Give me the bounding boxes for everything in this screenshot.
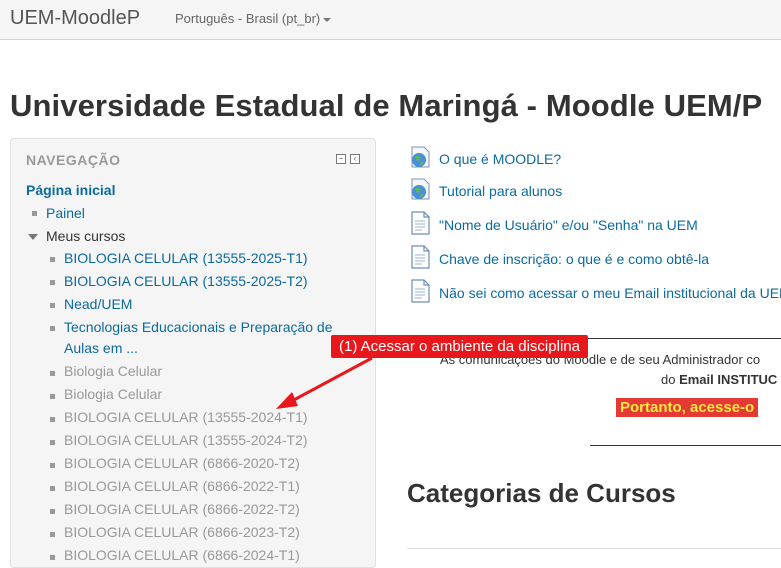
notice-bold: Email INSTITUC [679, 372, 778, 387]
course-link[interactable]: BIOLOGIA CELULAR (13555-2024-T1) [64, 407, 308, 428]
course-link[interactable]: BIOLOGIA CELULAR (6866-2020-T2) [64, 453, 300, 474]
divider [590, 445, 781, 446]
bullet-icon [50, 532, 55, 537]
bullet-icon [50, 509, 55, 514]
highlight-notice: Portanto, acesse-o [616, 398, 759, 417]
divider [407, 548, 781, 549]
resource-link[interactable]: Não sei como acessar o meu Email institu… [439, 285, 781, 301]
course-link[interactable]: BIOLOGIA CELULAR (6866-2022-T1) [64, 476, 300, 497]
bullet-icon [50, 440, 55, 445]
bullet-icon [50, 394, 55, 399]
notice-text: do Email INSTITUC [661, 372, 777, 387]
dock-block-icon[interactable]: ‹ [350, 154, 360, 164]
document-icon [411, 245, 430, 269]
navigation-block-title: NAVEGAÇÃO [26, 152, 121, 168]
course-link[interactable]: BIOLOGIA CELULAR (6866-2022-T2) [64, 499, 300, 520]
language-selector[interactable]: Português - Brasil (pt_br) [175, 11, 332, 26]
course-link[interactable]: BIOLOGIA CELULAR (6866-2024-T1) [64, 545, 300, 566]
bullet-icon [50, 303, 55, 308]
resource-link[interactable]: O que é MOODLE? [439, 151, 561, 167]
document-icon [411, 211, 430, 235]
course-link[interactable]: BIOLOGIA CELULAR (6866-2023-T2) [64, 522, 300, 543]
document-icon [411, 279, 430, 303]
resource-link[interactable]: "Nome de Usuário" e/ou "Senha" na UEM [439, 217, 698, 233]
course-link[interactable]: Tecnologias Educacionais e Preparação de… [64, 317, 349, 359]
bullet-icon [50, 326, 55, 331]
bullet-icon [50, 555, 55, 560]
bullet-icon [50, 257, 55, 262]
collapse-block-icon[interactable]: − [336, 154, 346, 164]
bullet-icon [50, 280, 55, 285]
categories-heading: Categorias de Cursos [407, 478, 676, 508]
expanded-triangle-icon[interactable] [28, 234, 38, 240]
course-link[interactable]: Biologia Celular [64, 361, 162, 382]
site-brand-link[interactable]: UEM-MoodleP [10, 7, 140, 30]
page-title: Universidade Estadual de Maringá - Moodl… [10, 88, 763, 123]
course-link[interactable]: BIOLOGIA CELULAR (13555-2024-T2) [64, 430, 308, 451]
caret-down-icon [323, 17, 332, 22]
course-link[interactable]: BIOLOGIA CELULAR (13555-2025-T1) [64, 248, 308, 269]
bullet-icon [50, 371, 55, 376]
notice-prefix: do [661, 372, 680, 387]
bullet-icon [32, 211, 37, 216]
resource-link[interactable]: Tutorial para alunos [439, 183, 562, 199]
annotation-label: (1) Acessar o ambiente da disciplina [331, 335, 588, 358]
globe-icon [411, 178, 430, 200]
bullet-icon [50, 463, 55, 468]
course-link[interactable]: Nead/UEM [64, 294, 132, 315]
resource-link[interactable]: Chave de inscrição: o que é e como obtê-… [439, 251, 709, 267]
bullet-icon [50, 417, 55, 422]
course-link[interactable]: BIOLOGIA CELULAR (13555-2025-T2) [64, 271, 308, 292]
nav-home-link[interactable]: Página inicial [26, 182, 115, 198]
globe-icon [411, 146, 430, 168]
language-label: Português - Brasil (pt_br) [175, 11, 321, 26]
navigation-block: NAVEGAÇÃO − ‹ Página inicial Painel Meus… [10, 138, 376, 568]
top-navbar: UEM-MoodleP Português - Brasil (pt_br) [0, 0, 781, 40]
nav-meus-cursos[interactable]: Meus cursos [46, 228, 125, 244]
nav-painel-link[interactable]: Painel [46, 205, 85, 221]
course-link[interactable]: Biologia Celular [64, 384, 162, 405]
bullet-icon [50, 486, 55, 491]
